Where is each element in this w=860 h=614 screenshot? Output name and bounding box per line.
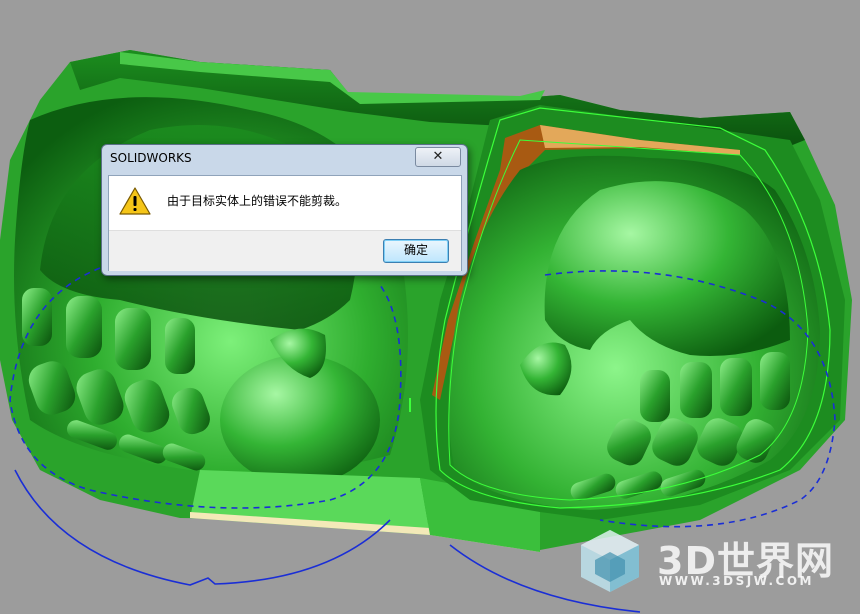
model-viewport[interactable] [0, 0, 860, 614]
watermark-cube-icon [581, 530, 639, 592]
message-area: 由于目标实体上的错误不能剪裁。 [109, 176, 461, 230]
close-icon: ✕ [432, 149, 444, 164]
dialog-button-row: 确定 [109, 230, 461, 271]
warning-icon [119, 187, 151, 215]
watermark-url: WWW.3DSJW.COM [659, 574, 814, 588]
ok-button[interactable]: 确定 [383, 239, 449, 263]
watermark: 3D世界网 WWW.3DSJW.COM [575, 526, 845, 596]
dialog-title: SOLIDWORKS [110, 151, 192, 165]
error-message: 由于目标实体上的错误不能剪裁。 [167, 194, 348, 208]
dialog-titlebar[interactable]: SOLIDWORKS ✕ [102, 145, 467, 171]
close-button[interactable]: ✕ [415, 147, 461, 167]
left-bulge [220, 355, 380, 485]
dialog-body: 由于目标实体上的错误不能剪裁。 确定 [108, 175, 462, 271]
error-dialog: SOLIDWORKS ✕ 由于目标实体上的错误不能剪裁。 确定 [101, 144, 468, 276]
